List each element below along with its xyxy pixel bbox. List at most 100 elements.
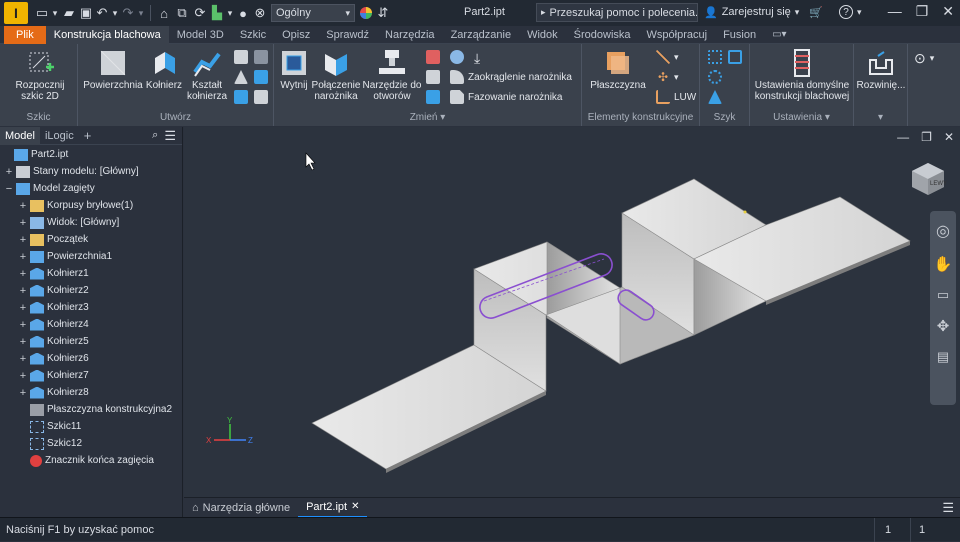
rip-button[interactable]: [254, 50, 268, 64]
face-button[interactable]: Powierzchnia: [82, 48, 144, 91]
panel-title-setup[interactable]: Ustawienia ▾: [750, 112, 853, 123]
app-menu-button[interactable]: I: [4, 2, 28, 24]
bend-button[interactable]: [254, 70, 268, 84]
unfold-small-button[interactable]: [426, 70, 440, 84]
undo-icon[interactable]: ↶: [94, 2, 110, 24]
new-icon[interactable]: ▭: [34, 2, 50, 24]
menu-icon[interactable]: ☰: [942, 500, 954, 516]
search-icon[interactable]: ⌕: [152, 129, 158, 142]
tab-sheet-metal[interactable]: Konstrukcja blachowa: [45, 25, 169, 44]
unfold-button[interactable]: Rozwinię...: [856, 48, 906, 91]
appearance-select[interactable]: Ogólny ▾: [271, 4, 355, 22]
collapse-icon[interactable]: −: [4, 183, 14, 195]
material-icon[interactable]: ⊗: [251, 2, 269, 24]
sheet-metal-defaults-button[interactable]: Ustawienia domyślne konstrukcji blachowe…: [752, 48, 852, 102]
contour-roll-button[interactable]: [254, 90, 268, 104]
tab-3d-model[interactable]: Model 3D: [169, 26, 232, 44]
tree-item[interactable]: + Widok: [Główny]: [0, 214, 119, 231]
ucs-button[interactable]: LUW: [656, 90, 696, 104]
start-sketch-button[interactable]: Rozpocznij szkic 2D: [10, 48, 70, 102]
minimize-icon[interactable]: —: [888, 3, 902, 20]
orbit-icon[interactable]: ✥: [937, 317, 950, 335]
close-icon[interactable]: ✕: [942, 3, 954, 20]
appearance-icon[interactable]: ●: [235, 2, 251, 24]
expand-icon[interactable]: +: [18, 319, 28, 331]
browser-tab-ilogic[interactable]: iLogic: [40, 127, 79, 145]
expand-icon[interactable]: +: [18, 234, 28, 246]
tab-tools[interactable]: Narzędzia: [377, 26, 443, 44]
tree-item[interactable]: + Kołnierz5: [0, 333, 89, 350]
color-wheel-icon[interactable]: [357, 2, 375, 24]
lofted-flange-button[interactable]: [234, 90, 248, 104]
tree-item[interactable]: − Model zagięty: [0, 180, 95, 197]
pan-icon[interactable]: ✋: [934, 255, 953, 273]
expand-icon[interactable]: +: [18, 285, 28, 297]
signin-button[interactable]: 👤 Zarejestruj się ▾ 🛒 ? ▾: [704, 5, 862, 19]
select-dropdown-icon[interactable]: ▾: [225, 2, 235, 24]
tree-item[interactable]: + Powierzchnia1: [0, 248, 112, 265]
measure-icon[interactable]: ⧉: [173, 2, 191, 24]
tree-item[interactable]: + Kołnierz4: [0, 316, 89, 333]
add-tab-button[interactable]: +: [79, 127, 97, 145]
expand-icon[interactable]: +: [4, 166, 14, 178]
flange-button[interactable]: Kołnierz: [142, 48, 186, 91]
expand-icon[interactable]: +: [18, 353, 28, 365]
plane-button[interactable]: Płaszczyzna: [586, 48, 650, 91]
zoom-icon[interactable]: ▭: [937, 287, 949, 303]
look-at-icon[interactable]: ▤: [937, 349, 949, 365]
graphics-viewport[interactable]: Y X Z — ❐ ✕ LEWY ◎ ✋ ▭ ✥ ▤: [184, 127, 960, 497]
panel-title-modify[interactable]: Zmień ▾: [274, 112, 581, 123]
tree-item[interactable]: + Kołnierz1: [0, 265, 89, 282]
axis-button[interactable]: ▾: [656, 50, 679, 64]
tree-item[interactable]: + Kołnierz8: [0, 384, 89, 401]
steering-wheel-icon[interactable]: ◎: [936, 221, 950, 241]
expand-icon[interactable]: +: [18, 251, 28, 263]
expand-icon[interactable]: +: [18, 268, 28, 280]
tree-item[interactable]: Szkic11: [0, 418, 81, 435]
circular-pattern-button[interactable]: [708, 70, 722, 84]
tree-item[interactable]: + Kołnierz6: [0, 350, 89, 367]
expand-icon[interactable]: +: [18, 387, 28, 399]
restore-icon[interactable]: ❐: [921, 130, 932, 144]
ribbon-minimize-icon[interactable]: ▭▾: [764, 26, 794, 44]
expand-icon[interactable]: +: [18, 217, 28, 229]
close-icon[interactable]: ✕: [351, 501, 359, 512]
update-icon[interactable]: ⟳: [191, 2, 209, 24]
tab-environments[interactable]: Środowiska: [566, 26, 639, 44]
corner-seam-button[interactable]: Połączenie narożnika: [310, 48, 362, 102]
tree-item[interactable]: + Kołnierz2: [0, 282, 89, 299]
close-icon[interactable]: ✕: [944, 130, 954, 144]
cut-button[interactable]: Wytnij: [276, 48, 312, 91]
refold-button[interactable]: [426, 50, 440, 64]
minimize-icon[interactable]: —: [897, 130, 909, 144]
chevron-down-icon[interactable]: ▾: [857, 7, 862, 18]
rect-pattern-button[interactable]: [708, 50, 722, 64]
browser-tab-model[interactable]: Model: [0, 126, 40, 145]
expand-icon[interactable]: +: [18, 336, 28, 348]
tree-item[interactable]: Part2.ipt: [0, 146, 68, 163]
corner-round-button[interactable]: Zaokrąglenie narożnika: [450, 70, 572, 84]
save-icon[interactable]: ▣: [78, 2, 94, 24]
tree-item[interactable]: + Początek: [0, 231, 88, 248]
open-icon[interactable]: ▰: [60, 2, 78, 24]
undo-dropdown-icon[interactable]: ▾: [110, 2, 120, 24]
tab-collaborate[interactable]: Współpracuj: [639, 26, 716, 44]
hem-button[interactable]: [234, 50, 248, 64]
tab-sketch[interactable]: Szkic: [232, 26, 274, 44]
menu-icon[interactable]: ☰: [164, 128, 176, 144]
contour-flange-button[interactable]: Kształt kołnierza: [186, 48, 228, 102]
point-button[interactable]: ✣ ▾: [656, 70, 679, 84]
expand-icon[interactable]: +: [18, 200, 28, 212]
tab-home[interactable]: ⌂ Narzędzia główne: [184, 498, 298, 518]
tree-item[interactable]: + Korpusy bryłowe(1): [0, 197, 133, 214]
view-cube[interactable]: LEWY: [910, 161, 947, 197]
cart-icon[interactable]: 🛒: [809, 6, 823, 19]
punch-tool-button[interactable]: Narzędzie do otworów: [362, 48, 422, 102]
chevron-down-icon[interactable]: ▾: [854, 112, 907, 123]
new-dropdown-icon[interactable]: ▾: [50, 2, 60, 24]
select-filter-icon[interactable]: ▙: [209, 2, 225, 24]
tab-file[interactable]: Plik: [4, 25, 46, 44]
tab-part2[interactable]: Part2.ipt ✕: [298, 498, 368, 518]
redo-dropdown-icon[interactable]: ▾: [136, 2, 146, 24]
split-button[interactable]: [426, 90, 440, 104]
